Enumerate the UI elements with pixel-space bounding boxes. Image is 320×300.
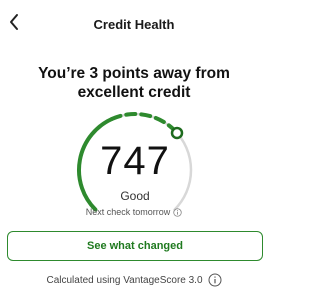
info-icon[interactable] — [208, 273, 222, 287]
info-icon[interactable] — [173, 207, 182, 217]
footer: Calculated using VantageScore 3.0 — [0, 273, 268, 287]
gauge-marker — [170, 126, 184, 140]
credit-score-value: 747 — [100, 139, 170, 183]
footer-text: Calculated using VantageScore 3.0 — [46, 274, 203, 286]
next-check-text: Next check tomorrow — [85, 207, 171, 217]
score-rating: Good — [120, 189, 150, 203]
headline: You’re 3 points away from excellent cred… — [38, 65, 230, 101]
next-check-row: Next check tomorrow — [0, 207, 268, 217]
see-what-changed-button[interactable]: See what changed — [7, 231, 263, 261]
page-title: Credit Health — [93, 17, 175, 32]
